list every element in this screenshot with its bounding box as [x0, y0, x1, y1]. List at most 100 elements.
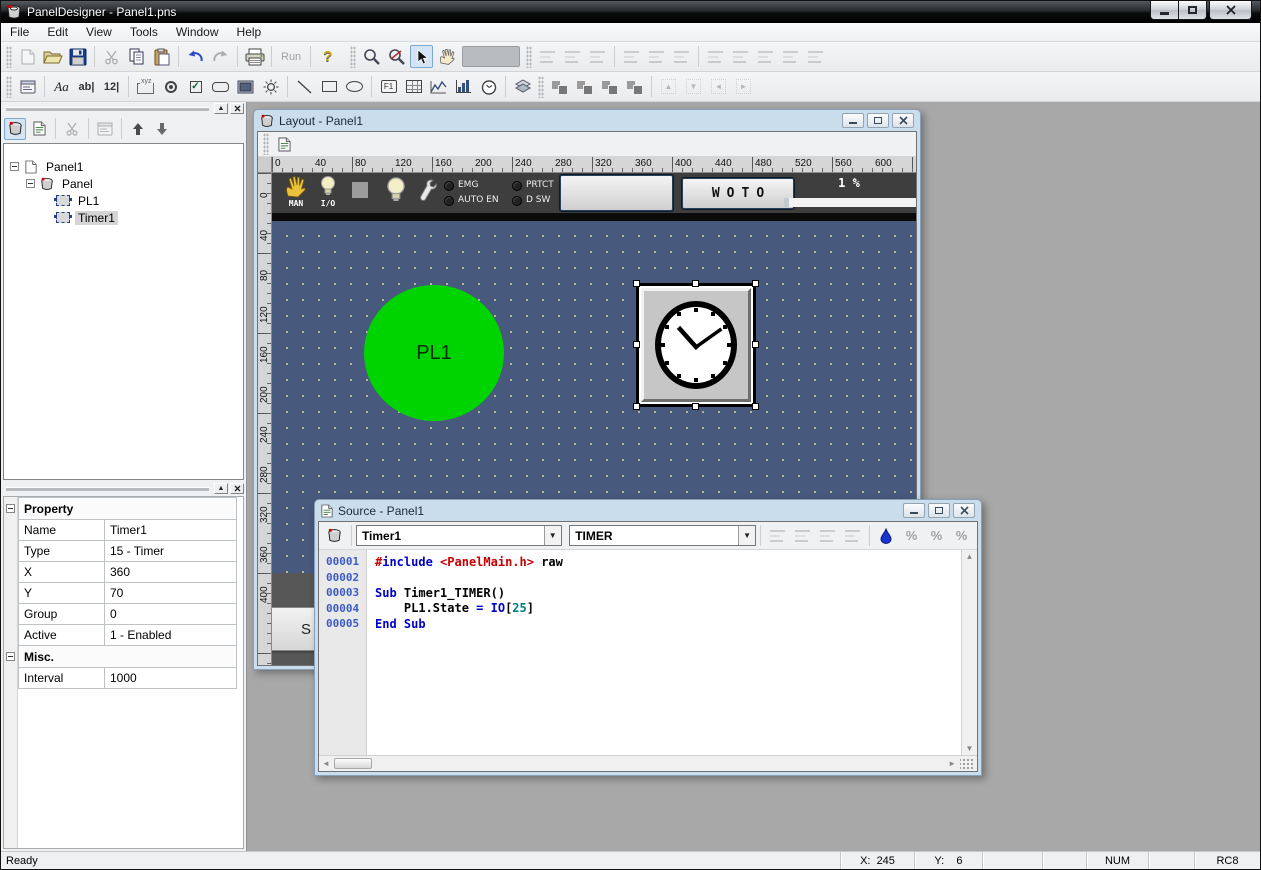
- layers-icon[interactable]: [511, 75, 534, 98]
- show-layout-button[interactable]: [4, 118, 26, 140]
- space-across-icon[interactable]: [704, 45, 727, 68]
- comment-icon[interactable]: [816, 524, 839, 547]
- property-value[interactable]: 70: [105, 583, 237, 604]
- property-key[interactable]: X: [19, 562, 105, 583]
- toolbar-grip[interactable]: [263, 133, 269, 155]
- syntax-color-icon[interactable]: [875, 524, 898, 547]
- same-height-icon[interactable]: [779, 45, 802, 68]
- autoen-led[interactable]: [444, 196, 454, 206]
- property-key[interactable]: Interval: [19, 668, 105, 689]
- property-key[interactable]: Group: [19, 604, 105, 625]
- source-window-titlebar[interactable]: Source - Panel1: [318, 500, 978, 521]
- frame-tool-icon[interactable]: [134, 75, 157, 98]
- send-back-icon[interactable]: [573, 75, 596, 98]
- property-key[interactable]: Active: [19, 625, 105, 646]
- image-tool-icon[interactable]: [234, 75, 257, 98]
- code-area[interactable]: 00001 #include <PanelMain.h> raw 00002 0…: [319, 550, 961, 755]
- zoom-off-icon[interactable]: [385, 45, 408, 68]
- run-button[interactable]: Run: [277, 45, 305, 68]
- align-bottom-icon[interactable]: [586, 45, 609, 68]
- align-left-icon[interactable]: [620, 45, 643, 68]
- ellipse-tool-icon[interactable]: [343, 75, 366, 98]
- number-tool-icon[interactable]: 12|: [100, 75, 123, 98]
- scroll-right-icon[interactable]: ►: [948, 759, 956, 768]
- indent-increase-icon[interactable]: [766, 524, 789, 547]
- man-hand-icon[interactable]: [284, 175, 308, 199]
- category-expander-icon[interactable]: [6, 504, 15, 513]
- property-pane-header[interactable]: ▲: [1, 482, 246, 495]
- code-editor[interactable]: 00001 #include <PanelMain.h> raw 00002 0…: [319, 550, 977, 755]
- resize-handle-sw[interactable]: [633, 403, 640, 410]
- macro-percent3-icon[interactable]: %: [950, 524, 973, 547]
- property-category[interactable]: Property: [19, 498, 237, 520]
- child-restore-button[interactable]: [928, 503, 950, 518]
- event-combo[interactable]: TIMER ▼: [569, 525, 756, 546]
- layout-window-titlebar[interactable]: Layout - Panel1: [257, 110, 917, 131]
- close-button[interactable]: [1209, 1, 1252, 20]
- object-combo[interactable]: Timer1 ▼: [356, 525, 562, 546]
- child-close-button[interactable]: [892, 113, 914, 128]
- woto-button[interactable]: WOTO: [682, 178, 794, 209]
- property-value[interactable]: 1000: [105, 668, 237, 689]
- pane-collapse-button[interactable]: ▲: [214, 483, 228, 494]
- vertical-scrollbar[interactable]: ▲ ▼: [961, 550, 977, 755]
- move-up-button[interactable]: [127, 118, 149, 140]
- indent-decrease-icon[interactable]: [791, 524, 814, 547]
- move-down-button[interactable]: [151, 118, 173, 140]
- save-icon[interactable]: [66, 45, 89, 68]
- view-source-icon[interactable]: [273, 133, 296, 156]
- macro-percent-icon[interactable]: %: [900, 524, 923, 547]
- menu-window[interactable]: Window: [167, 23, 228, 41]
- open-icon[interactable]: [41, 45, 64, 68]
- property-value[interactable]: 360: [105, 562, 237, 583]
- property-key[interactable]: Y: [19, 583, 105, 604]
- timer-tool-icon[interactable]: [477, 75, 500, 98]
- menu-edit[interactable]: Edit: [38, 23, 77, 41]
- menu-tools[interactable]: Tools: [121, 23, 167, 41]
- tree-item-pl1[interactable]: PL1: [4, 192, 243, 209]
- zoom-icon[interactable]: [360, 45, 383, 68]
- undo-icon[interactable]: [184, 45, 207, 68]
- resize-handle-n[interactable]: [692, 280, 699, 287]
- pane-close-button[interactable]: [230, 103, 244, 114]
- fit-right-icon[interactable]: ►: [732, 75, 755, 98]
- chevron-down-icon[interactable]: ▼: [544, 526, 561, 545]
- paste-icon[interactable]: [150, 45, 173, 68]
- line-tool-icon[interactable]: [293, 75, 316, 98]
- align-top-icon[interactable]: [536, 45, 559, 68]
- tree-item-timer1[interactable]: Timer1: [4, 209, 243, 226]
- pan-hand-icon[interactable]: [435, 45, 458, 68]
- align-right-icon[interactable]: [670, 45, 693, 68]
- graph-tool-icon[interactable]: [427, 75, 450, 98]
- same-width-icon[interactable]: [754, 45, 777, 68]
- label-tool-icon[interactable]: Aa: [50, 75, 73, 98]
- mode-button-disabled[interactable]: [462, 46, 520, 67]
- minimize-button[interactable]: [1150, 1, 1179, 20]
- dsw-led[interactable]: [512, 196, 522, 206]
- resize-handle-ne[interactable]: [752, 280, 759, 287]
- space-down-icon[interactable]: [729, 45, 752, 68]
- barchart-tool-icon[interactable]: [452, 75, 475, 98]
- macro-percent2-icon[interactable]: %: [925, 524, 948, 547]
- child-minimize-button[interactable]: [903, 503, 925, 518]
- property-value[interactable]: Timer1: [105, 520, 237, 541]
- property-value[interactable]: 1 - Enabled: [105, 625, 237, 646]
- help-icon[interactable]: ?: [316, 45, 339, 68]
- property-key[interactable]: Name: [19, 520, 105, 541]
- fkey-tool-icon[interactable]: F1: [377, 75, 400, 98]
- resize-handle-w[interactable]: [633, 341, 640, 348]
- print-icon[interactable]: [243, 45, 266, 68]
- gray-square-widget[interactable]: [352, 182, 368, 198]
- toolbar-grip[interactable]: [526, 46, 532, 68]
- copy-icon[interactable]: [125, 45, 148, 68]
- same-size-icon[interactable]: [804, 45, 827, 68]
- chevron-down-icon[interactable]: ▼: [738, 526, 755, 545]
- timer1-widget-selected[interactable]: [636, 283, 756, 407]
- scrollbar-thumb[interactable]: [334, 758, 372, 769]
- source-window[interactable]: Source - Panel1 Timer1 ▼: [314, 499, 982, 776]
- emg-led[interactable]: [444, 181, 454, 191]
- tree-item-panel1[interactable]: Panel1: [4, 158, 243, 175]
- uncomment-icon[interactable]: [841, 524, 864, 547]
- menu-view[interactable]: View: [77, 23, 121, 41]
- tree-expander-icon[interactable]: [10, 162, 19, 171]
